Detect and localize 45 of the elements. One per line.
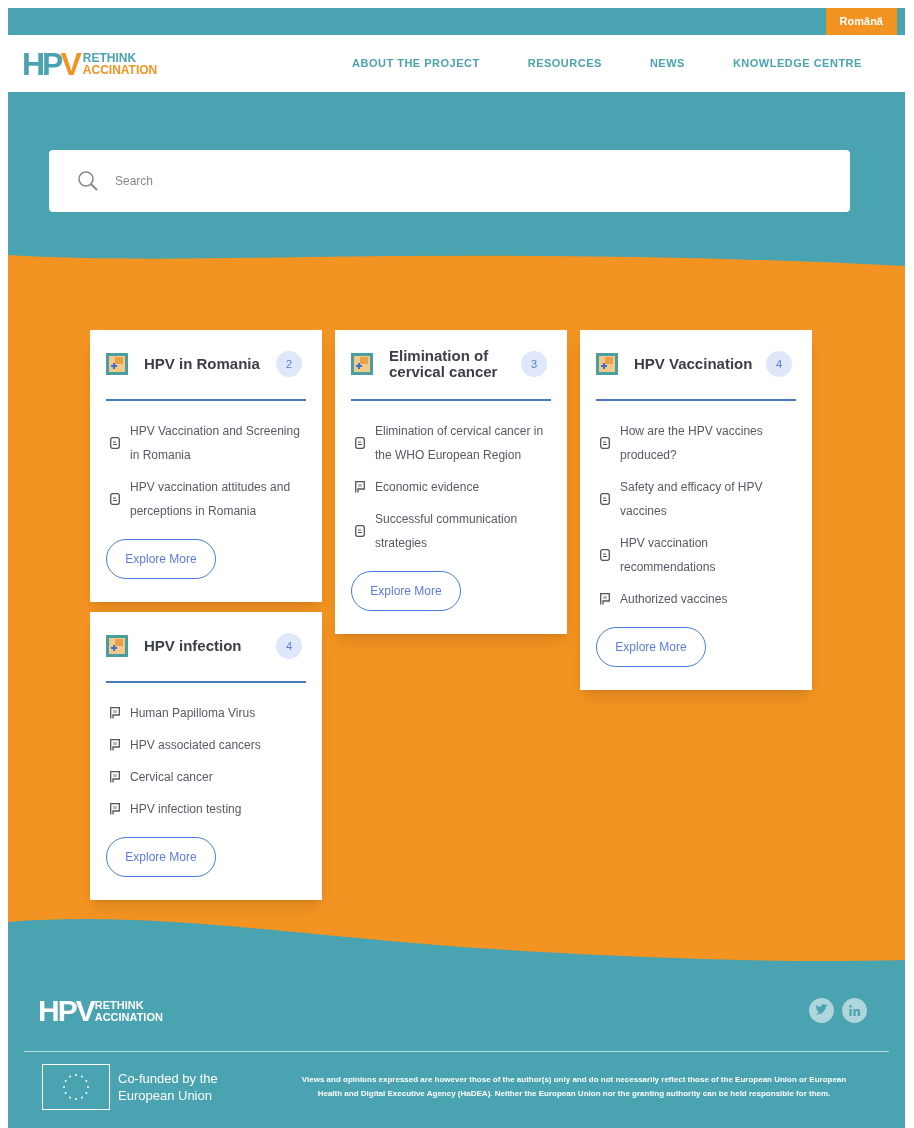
twitter-icon[interactable]	[809, 998, 834, 1023]
resource-link[interactable]: Human Papilloma Virus	[130, 701, 256, 725]
resource-link[interactable]: HPV Vaccination and Screening in Romania	[130, 419, 306, 467]
search-field[interactable]: Search	[49, 150, 850, 212]
resource-link[interactable]: Economic evidence	[375, 475, 480, 499]
eu-funding-label: Co-funded by the European Union	[118, 1070, 219, 1104]
page-icon	[355, 481, 365, 493]
resource-link[interactable]: HPV infection testing	[130, 797, 242, 821]
eu-flag-icon	[42, 1064, 110, 1110]
category-icon	[596, 353, 618, 375]
resource-link[interactable]: Successful communication strategies	[375, 507, 551, 555]
card-title: HPV infection	[144, 638, 243, 654]
resource-link[interactable]: Elimination of cervical cancer in the WHO European Region	[375, 419, 551, 467]
resource-link[interactable]: How are the HPV vaccines produced?	[620, 419, 796, 467]
search-icon	[77, 170, 99, 192]
page-icon	[110, 803, 120, 815]
resource-link[interactable]: HPV associated cancers	[130, 733, 261, 757]
document-icon	[355, 437, 365, 449]
document-icon	[355, 525, 365, 537]
document-icon	[600, 437, 610, 449]
document-icon	[600, 549, 610, 561]
document-icon	[110, 493, 120, 505]
resource-link[interactable]: HPV vaccination recommendations	[620, 531, 796, 579]
count-badge: 2	[276, 351, 302, 377]
page-icon	[110, 707, 120, 719]
count-badge: 4	[766, 351, 792, 377]
resource-link[interactable]: Safety and efficacy of HPV vaccines	[620, 475, 796, 523]
page-icon	[600, 593, 610, 605]
resource-link[interactable]: Authorized vaccines	[620, 587, 728, 611]
count-badge: 4	[276, 633, 302, 659]
card-title: HPV in Romania	[144, 356, 261, 372]
resource-link[interactable]: HPV vaccination attitudes and perceptions in Romania	[130, 475, 306, 523]
category-icon	[106, 353, 128, 375]
disclaimer-text: Views and opinions expressed are however those of the author(s) only and do not necessarily reflect those of the European Union or European Health and Digital Executive Agency (HaDEA). Neither the European Union nor the granting authority can be held responsible for them.	[300, 1074, 848, 1100]
card-title: HPV Vaccination	[634, 356, 754, 372]
card-title: Elimination of cervical cancer	[389, 348, 499, 380]
category-icon	[106, 635, 128, 657]
page-icon	[110, 739, 120, 751]
category-icon	[351, 353, 373, 375]
document-icon	[110, 437, 120, 449]
resource-link[interactable]: Cervical cancer	[130, 765, 213, 789]
page-icon	[110, 771, 120, 783]
document-icon	[600, 493, 610, 505]
linkedin-icon[interactable]	[842, 998, 867, 1023]
count-badge: 3	[521, 351, 547, 377]
